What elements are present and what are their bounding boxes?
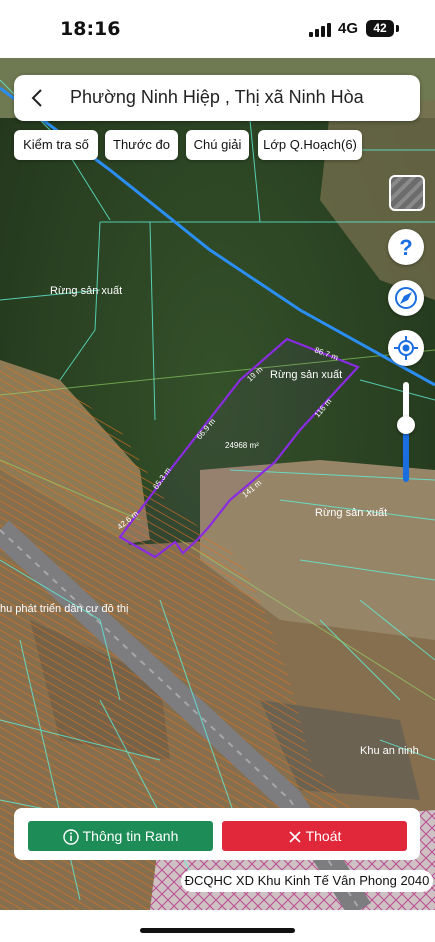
- planning-layer-button[interactable]: Lớp Q.Hoạch(6): [258, 130, 362, 160]
- exit-button-label: Thoát: [305, 828, 342, 844]
- help-button[interactable]: ?: [388, 229, 424, 265]
- info-button[interactable]: Thông tin Ranh: [28, 821, 213, 851]
- compass-icon: [395, 287, 417, 309]
- svg-text:?: ?: [399, 235, 412, 260]
- question-icon: ?: [399, 235, 412, 260]
- zone-label-security: Khu an ninh: [360, 745, 419, 757]
- map-canvas[interactable]: 86.7 m 19 m 66.9 m 65.3 m 42.6 m 141 m 1…: [0, 58, 435, 910]
- parcel-area: 24968 m²: [225, 441, 259, 450]
- bottom-bar: [0, 910, 435, 942]
- zoom-slider[interactable]: [397, 382, 415, 482]
- layer-switcher-button[interactable]: [389, 175, 425, 211]
- battery-tip: [396, 25, 399, 32]
- measure-button[interactable]: Thước đo: [105, 130, 178, 160]
- exit-button[interactable]: Thoát: [222, 821, 407, 851]
- network-type: 4G: [338, 20, 359, 37]
- zone-label-forest: Rừng sản xuất: [315, 507, 387, 519]
- map-caption: ĐCQHC XD Khu Kinh Tế Vân Phong 2040: [181, 870, 433, 892]
- map-view[interactable]: 86.7 m 19 m 66.9 m 65.3 m 42.6 m 141 m 1…: [0, 58, 435, 910]
- action-panel: Thông tin Ranh Thoát: [14, 808, 420, 860]
- check-number-button[interactable]: Kiểm tra số: [14, 130, 98, 160]
- header-bar: Phường Ninh Hiệp , Thị xã Ninh Hòa: [14, 75, 420, 121]
- locate-icon: [394, 336, 418, 360]
- location-title: Phường Ninh Hiệp , Thị xã Ninh Hòa: [70, 87, 364, 107]
- info-icon: [62, 829, 79, 845]
- chevron-left-icon[interactable]: [28, 88, 48, 108]
- zoom-knob[interactable]: [397, 416, 415, 434]
- info-button-label: Thông tin Ranh: [82, 828, 179, 844]
- signal-icon: [309, 23, 331, 37]
- locate-button[interactable]: [388, 330, 424, 366]
- zone-label-urban: hu phát triển dân cư đô thị: [0, 603, 128, 615]
- clock: 18:16: [60, 18, 121, 40]
- close-icon: [289, 831, 301, 843]
- status-bar: 18:16 4G 42: [0, 0, 435, 58]
- zone-label-forest: Rừng sản xuất: [270, 369, 342, 381]
- zone-label-forest: Rừng sản xuất: [50, 285, 122, 297]
- legend-button[interactable]: Chú giải: [186, 130, 249, 160]
- battery-icon: 42: [366, 20, 394, 37]
- compass-button[interactable]: [388, 280, 424, 316]
- home-indicator[interactable]: [140, 928, 295, 933]
